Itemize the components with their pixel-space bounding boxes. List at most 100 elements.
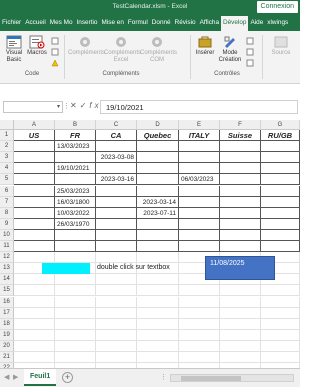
run-dialog-button[interactable]	[245, 59, 255, 70]
cell-C9[interactable]	[96, 218, 137, 230]
cell-E20[interactable]	[179, 340, 220, 352]
cell-A9[interactable]	[14, 218, 55, 230]
cell-C18[interactable]	[96, 318, 137, 330]
cell-C8[interactable]	[96, 207, 137, 219]
cell-F17[interactable]	[220, 307, 261, 319]
cell-E7[interactable]	[179, 196, 220, 208]
cell-D2[interactable]	[137, 141, 179, 153]
cell-A14[interactable]	[14, 274, 55, 286]
cell-E1[interactable]: ITALY	[179, 130, 220, 142]
cell-B16[interactable]	[55, 296, 96, 308]
cell-E16[interactable]	[179, 296, 220, 308]
row-header[interactable]: 9	[0, 218, 14, 230]
cell-C19[interactable]	[96, 329, 137, 341]
row-header[interactable]: 14	[0, 274, 14, 286]
tab-2[interactable]: Mes Mo	[48, 16, 75, 31]
design-mode-button[interactable]: Mode Création	[218, 35, 242, 64]
cell-F5[interactable]	[220, 174, 261, 186]
cell-G5[interactable]	[261, 174, 300, 186]
cell-E19[interactable]	[179, 329, 220, 341]
cell-C17[interactable]	[96, 307, 137, 319]
cell-E12[interactable]	[179, 252, 220, 264]
cell-B15[interactable]	[55, 285, 96, 297]
cell-B5[interactable]	[55, 174, 96, 186]
tab-1[interactable]: Accueil	[23, 16, 48, 31]
cell-C21[interactable]	[96, 352, 137, 364]
cell-D6[interactable]	[137, 185, 179, 197]
row-header[interactable]: 17	[0, 307, 14, 319]
cell-A15[interactable]	[14, 285, 55, 297]
cell-F7[interactable]	[220, 196, 261, 208]
cell-F6[interactable]	[220, 185, 261, 197]
row-header[interactable]: 2	[0, 141, 14, 153]
cell-C5[interactable]: 2023-03-16	[96, 174, 137, 186]
column-header[interactable]: E	[179, 120, 220, 130]
cell-E10[interactable]	[179, 229, 220, 241]
cell-D4[interactable]	[137, 163, 179, 175]
cell-B11[interactable]	[55, 241, 96, 253]
row-header[interactable]: 10	[0, 229, 14, 241]
select-all-corner[interactable]	[0, 120, 14, 130]
cell-D17[interactable]	[137, 307, 179, 319]
cell-D14[interactable]	[137, 274, 179, 286]
cell-G18[interactable]	[261, 318, 300, 330]
view-code-button[interactable]	[245, 48, 255, 59]
cell-A16[interactable]	[14, 296, 55, 308]
complements-button[interactable]: Compléments	[68, 35, 105, 57]
cell-C4[interactable]	[96, 163, 137, 175]
cell-G9[interactable]	[261, 218, 300, 230]
tab-8[interactable]: Afficha	[198, 16, 221, 31]
cell-F9[interactable]	[220, 218, 261, 230]
cell-G15[interactable]	[261, 285, 300, 297]
cell-A2[interactable]	[14, 141, 55, 153]
cell-F15[interactable]	[220, 285, 261, 297]
tab-5[interactable]: Formul	[126, 16, 150, 31]
cell-G10[interactable]	[261, 229, 300, 241]
cell-C16[interactable]	[96, 296, 137, 308]
cell-G4[interactable]	[261, 163, 300, 175]
cell-F8[interactable]	[220, 207, 261, 219]
cell-A4[interactable]	[14, 163, 55, 175]
insert-control-button[interactable]: Insérer	[194, 35, 216, 57]
column-header[interactable]: B	[55, 120, 96, 130]
properties-button[interactable]	[245, 37, 255, 48]
cell-C12[interactable]	[96, 252, 137, 264]
cell-E21[interactable]	[179, 352, 220, 364]
row-header[interactable]: 15	[0, 285, 14, 297]
cell-G14[interactable]	[261, 274, 300, 286]
cell-A10[interactable]	[14, 229, 55, 241]
cell-A11[interactable]	[14, 241, 55, 253]
cell-A18[interactable]	[14, 318, 55, 330]
cell-B21[interactable]	[55, 352, 96, 364]
cell-G13[interactable]	[261, 263, 300, 275]
cell-A6[interactable]	[14, 185, 55, 197]
cell-G21[interactable]	[261, 352, 300, 364]
cell-F16[interactable]	[220, 296, 261, 308]
cell-E13[interactable]	[179, 263, 220, 275]
cell-B3[interactable]	[55, 152, 96, 164]
cell-D16[interactable]	[137, 296, 179, 308]
cell-D10[interactable]	[137, 229, 179, 241]
cell-A3[interactable]	[14, 152, 55, 164]
cell-C2[interactable]	[96, 141, 137, 153]
column-header[interactable]: A	[14, 120, 55, 130]
tab-9[interactable]: Dévelop	[221, 16, 249, 31]
cell-B20[interactable]	[55, 340, 96, 352]
cell-C13[interactable]	[96, 263, 137, 275]
cell-B6[interactable]: 25/03/2023	[55, 185, 96, 197]
cell-E14[interactable]	[179, 274, 220, 286]
cell-F21[interactable]	[220, 352, 261, 364]
cell-E6[interactable]	[179, 185, 220, 197]
cell-D18[interactable]	[137, 318, 179, 330]
cell-G12[interactable]	[261, 252, 300, 264]
cell-E8[interactable]	[179, 207, 220, 219]
column-header[interactable]: C	[96, 120, 137, 130]
row-header[interactable]: 3	[0, 152, 14, 164]
cell-A5[interactable]	[14, 174, 55, 186]
cell-A13[interactable]	[14, 263, 55, 275]
cell-A19[interactable]	[14, 329, 55, 341]
scrollbar-thumb[interactable]	[181, 376, 241, 381]
row-header[interactable]: 5	[0, 174, 14, 186]
tab-7[interactable]: Révisio	[173, 16, 198, 31]
row-header[interactable]: 18	[0, 318, 14, 330]
